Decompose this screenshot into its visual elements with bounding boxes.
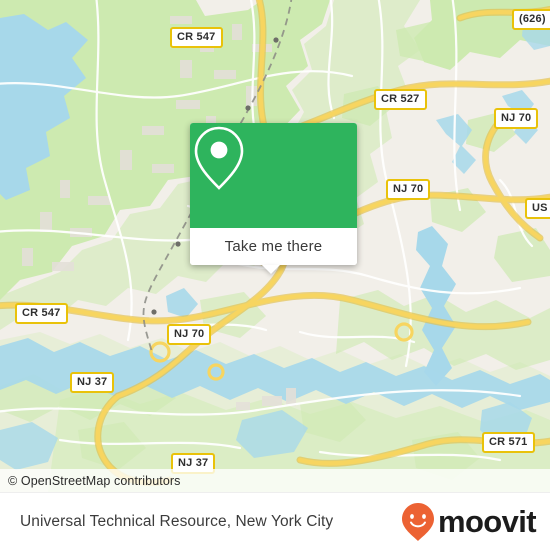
road-shield: NJ 70	[167, 324, 212, 345]
moovit-smiley-pin-icon	[401, 502, 434, 541]
road-shield: CR 571	[482, 432, 535, 453]
road-shield: NJ 70	[494, 108, 539, 129]
road-shield: CR 547	[15, 303, 68, 324]
moovit-wordmark: moovit	[437, 504, 537, 539]
location-popup-card[interactable]: Take me there	[190, 123, 357, 274]
road-shield: (626)	[512, 9, 550, 30]
road-shield: NJ 37	[70, 372, 115, 393]
take-me-there-button[interactable]: Take me there	[190, 228, 357, 265]
map-pin-icon	[194, 126, 244, 190]
road-shield: CR 527	[374, 89, 427, 110]
place-title: Universal Technical Resource, New York C…	[20, 512, 334, 530]
moovit-brand[interactable]: moovit	[401, 502, 537, 542]
footer-bar: Universal Technical Resource, New York C…	[0, 492, 550, 550]
take-me-there-label: Take me there	[224, 238, 323, 255]
road-shield: US 9	[525, 198, 550, 219]
screenshot-root: .w{fill:#a7d8ea} .f{fill:#cdeab0} .g{fil…	[0, 0, 550, 550]
map-attribution-bar: © OpenStreetMap contributors	[0, 469, 550, 492]
map-canvas[interactable]: .w{fill:#a7d8ea} .f{fill:#cdeab0} .g{fil…	[0, 0, 550, 492]
road-shield: CR 547	[170, 27, 223, 48]
popup-header	[190, 123, 357, 228]
popup-pointer	[262, 265, 280, 274]
attribution-text[interactable]: © OpenStreetMap contributors	[0, 474, 181, 488]
road-shield: NJ 70	[386, 179, 431, 200]
